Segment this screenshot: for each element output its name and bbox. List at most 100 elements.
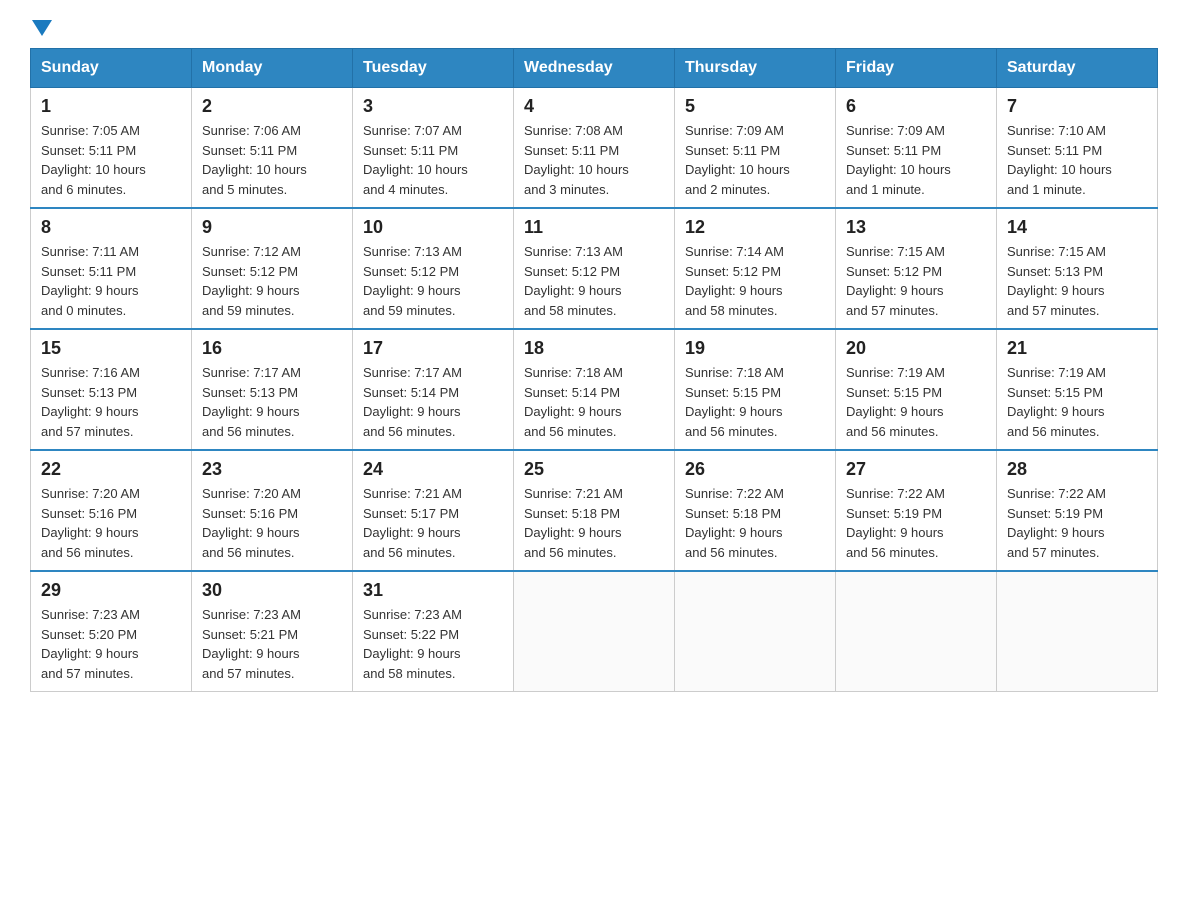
table-row: 31 Sunrise: 7:23 AMSunset: 5:22 PMDayligh… [353,571,514,692]
table-row: 7 Sunrise: 7:10 AMSunset: 5:11 PMDaylight… [997,88,1158,209]
day-number: 31 [363,580,503,601]
column-header-friday: Friday [836,49,997,88]
day-info: Sunrise: 7:20 AMSunset: 5:16 PMDaylight:… [41,484,181,562]
day-info: Sunrise: 7:20 AMSunset: 5:16 PMDaylight:… [202,484,342,562]
day-info: Sunrise: 7:08 AMSunset: 5:11 PMDaylight:… [524,121,664,199]
column-header-tuesday: Tuesday [353,49,514,88]
day-number: 27 [846,459,986,480]
day-info: Sunrise: 7:13 AMSunset: 5:12 PMDaylight:… [524,242,664,320]
day-info: Sunrise: 7:21 AMSunset: 5:18 PMDaylight:… [524,484,664,562]
day-number: 9 [202,217,342,238]
table-row: 28 Sunrise: 7:22 AMSunset: 5:19 PMDayligh… [997,450,1158,571]
day-number: 29 [41,580,181,601]
day-info: Sunrise: 7:21 AMSunset: 5:17 PMDaylight:… [363,484,503,562]
day-info: Sunrise: 7:06 AMSunset: 5:11 PMDaylight:… [202,121,342,199]
column-header-saturday: Saturday [997,49,1158,88]
column-header-monday: Monday [192,49,353,88]
table-row: 4Sunrise: 7:08 AMSunset: 5:11 PMDaylight… [514,88,675,209]
table-row: 27 Sunrise: 7:22 AMSunset: 5:19 PMDayligh… [836,450,997,571]
day-number: 15 [41,338,181,359]
calendar-header-row: SundayMondayTuesdayWednesdayThursdayFrid… [31,49,1158,88]
table-row: 12Sunrise: 7:14 AMSunset: 5:12 PMDayligh… [675,208,836,329]
day-info: Sunrise: 7:09 AMSunset: 5:11 PMDaylight:… [846,121,986,199]
day-number: 6 [846,96,986,117]
day-number: 10 [363,217,503,238]
day-number: 17 [363,338,503,359]
day-number: 2 [202,96,342,117]
day-info: Sunrise: 7:05 AMSunset: 5:11 PMDaylight:… [41,121,181,199]
day-info: Sunrise: 7:15 AMSunset: 5:13 PMDaylight:… [1007,242,1147,320]
calendar-week-row: 8 Sunrise: 7:11 AMSunset: 5:11 PMDaylight… [31,208,1158,329]
day-number: 1 [41,96,181,117]
day-number: 28 [1007,459,1147,480]
column-header-thursday: Thursday [675,49,836,88]
table-row: 14 Sunrise: 7:15 AMSunset: 5:13 PMDayligh… [997,208,1158,329]
day-info: Sunrise: 7:23 AMSunset: 5:20 PMDaylight:… [41,605,181,683]
table-row [675,571,836,692]
table-row: 15 Sunrise: 7:16 AMSunset: 5:13 PMDayligh… [31,329,192,450]
page-header [30,20,1158,32]
day-number: 12 [685,217,825,238]
table-row: 8 Sunrise: 7:11 AMSunset: 5:11 PMDaylight… [31,208,192,329]
calendar-week-row: 22Sunrise: 7:20 AMSunset: 5:16 PMDayligh… [31,450,1158,571]
table-row: 23 Sunrise: 7:20 AMSunset: 5:16 PMDayligh… [192,450,353,571]
day-info: Sunrise: 7:23 AMSunset: 5:22 PMDaylight:… [363,605,503,683]
day-number: 30 [202,580,342,601]
day-number: 23 [202,459,342,480]
day-info: Sunrise: 7:07 AMSunset: 5:11 PMDaylight:… [363,121,503,199]
table-row: 22Sunrise: 7:20 AMSunset: 5:16 PMDayligh… [31,450,192,571]
table-row: 30 Sunrise: 7:23 AMSunset: 5:21 PMDayligh… [192,571,353,692]
day-number: 20 [846,338,986,359]
day-info: Sunrise: 7:18 AMSunset: 5:14 PMDaylight:… [524,363,664,441]
day-info: Sunrise: 7:10 AMSunset: 5:11 PMDaylight:… [1007,121,1147,199]
calendar-week-row: 29 Sunrise: 7:23 AMSunset: 5:20 PMDayligh… [31,571,1158,692]
day-number: 14 [1007,217,1147,238]
day-number: 21 [1007,338,1147,359]
column-header-wednesday: Wednesday [514,49,675,88]
table-row: 9Sunrise: 7:12 AMSunset: 5:12 PMDaylight… [192,208,353,329]
table-row: 29 Sunrise: 7:23 AMSunset: 5:20 PMDayligh… [31,571,192,692]
table-row [997,571,1158,692]
day-info: Sunrise: 7:19 AMSunset: 5:15 PMDaylight:… [846,363,986,441]
day-number: 19 [685,338,825,359]
table-row: 16 Sunrise: 7:17 AMSunset: 5:13 PMDayligh… [192,329,353,450]
table-row: 24 Sunrise: 7:21 AMSunset: 5:17 PMDayligh… [353,450,514,571]
day-info: Sunrise: 7:16 AMSunset: 5:13 PMDaylight:… [41,363,181,441]
day-number: 7 [1007,96,1147,117]
day-number: 24 [363,459,503,480]
day-info: Sunrise: 7:23 AMSunset: 5:21 PMDaylight:… [202,605,342,683]
calendar-table: SundayMondayTuesdayWednesdayThursdayFrid… [30,48,1158,692]
table-row: 6 Sunrise: 7:09 AMSunset: 5:11 PMDaylight… [836,88,997,209]
day-number: 5 [685,96,825,117]
day-info: Sunrise: 7:17 AMSunset: 5:13 PMDaylight:… [202,363,342,441]
day-info: Sunrise: 7:09 AMSunset: 5:11 PMDaylight:… [685,121,825,199]
table-row: 19 Sunrise: 7:18 AMSunset: 5:15 PMDayligh… [675,329,836,450]
day-number: 8 [41,217,181,238]
day-number: 3 [363,96,503,117]
day-number: 11 [524,217,664,238]
day-info: Sunrise: 7:15 AMSunset: 5:12 PMDaylight:… [846,242,986,320]
day-info: Sunrise: 7:11 AMSunset: 5:11 PMDaylight:… [41,242,181,320]
day-info: Sunrise: 7:18 AMSunset: 5:15 PMDaylight:… [685,363,825,441]
table-row: 17 Sunrise: 7:17 AMSunset: 5:14 PMDayligh… [353,329,514,450]
table-row: 18Sunrise: 7:18 AMSunset: 5:14 PMDayligh… [514,329,675,450]
day-number: 26 [685,459,825,480]
day-info: Sunrise: 7:19 AMSunset: 5:15 PMDaylight:… [1007,363,1147,441]
day-info: Sunrise: 7:22 AMSunset: 5:18 PMDaylight:… [685,484,825,562]
table-row: 21 Sunrise: 7:19 AMSunset: 5:15 PMDayligh… [997,329,1158,450]
day-number: 13 [846,217,986,238]
table-row: 10Sunrise: 7:13 AMSunset: 5:12 PMDayligh… [353,208,514,329]
day-info: Sunrise: 7:22 AMSunset: 5:19 PMDaylight:… [1007,484,1147,562]
day-info: Sunrise: 7:17 AMSunset: 5:14 PMDaylight:… [363,363,503,441]
table-row: 20 Sunrise: 7:19 AMSunset: 5:15 PMDayligh… [836,329,997,450]
calendar-week-row: 15 Sunrise: 7:16 AMSunset: 5:13 PMDayligh… [31,329,1158,450]
table-row: 26 Sunrise: 7:22 AMSunset: 5:18 PMDayligh… [675,450,836,571]
table-row: 11 Sunrise: 7:13 AMSunset: 5:12 PMDayligh… [514,208,675,329]
day-number: 16 [202,338,342,359]
table-row [514,571,675,692]
logo [30,20,52,32]
table-row: 3 Sunrise: 7:07 AMSunset: 5:11 PMDaylight… [353,88,514,209]
day-info: Sunrise: 7:22 AMSunset: 5:19 PMDaylight:… [846,484,986,562]
calendar-week-row: 1 Sunrise: 7:05 AMSunset: 5:11 PMDaylight… [31,88,1158,209]
day-number: 25 [524,459,664,480]
